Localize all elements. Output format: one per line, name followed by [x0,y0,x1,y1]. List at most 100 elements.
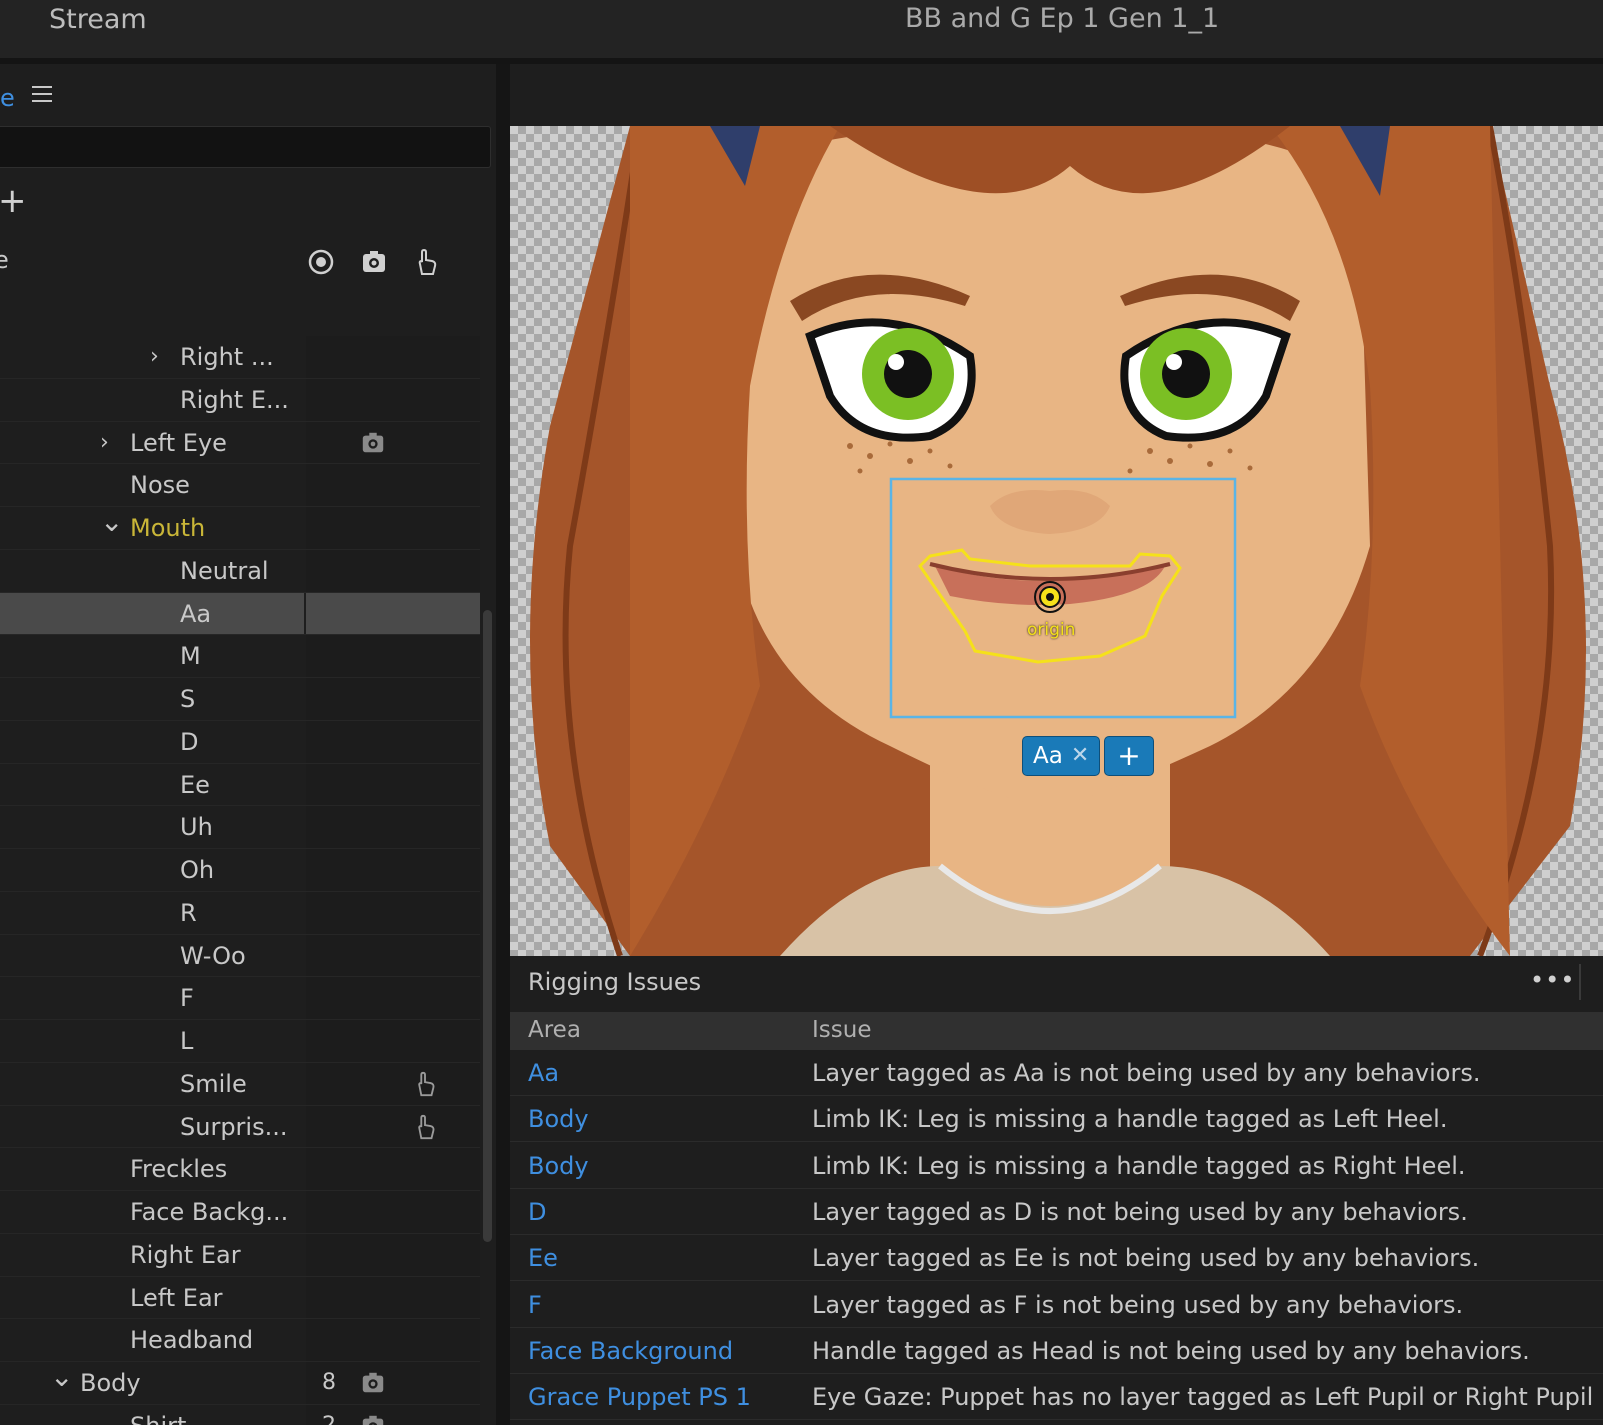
issue-area-link[interactable]: D [528,1198,546,1226]
hand-icon[interactable] [412,1114,438,1140]
tree-attr-cell[interactable] [306,1105,480,1148]
tree-row[interactable]: ⌄ Body 8 [0,1360,480,1405]
tree-attr-cell[interactable] [306,763,480,806]
issue-area-link[interactable]: Body [528,1152,589,1180]
camera-icon[interactable] [360,1370,386,1396]
tree-name-cell[interactable] [0,1020,304,1062]
tree-attr-cell[interactable] [306,977,480,1019]
add-behavior-button[interactable]: + [0,184,27,218]
scene-canvas[interactable]: origin Aa ✕ + [510,126,1603,956]
tree-attr-cell[interactable] [306,507,480,549]
tree-attr-cell[interactable] [306,891,480,934]
tree-row[interactable]: F [0,977,480,1020]
issue-area-link[interactable]: Grace Puppet PS 1 [528,1383,751,1411]
tree-attr-cell[interactable] [306,1233,480,1276]
tree-row[interactable]: Freckles [0,1148,480,1191]
chevron-right-icon[interactable]: › [100,430,109,455]
chevron-down-icon[interactable]: ⌄ [50,1360,73,1393]
tree-attr-cell[interactable] [306,806,480,848]
issue-column-header[interactable]: Issue [812,1017,871,1043]
tree-row[interactable]: Surpris... [0,1105,480,1149]
hand-icon[interactable] [412,248,440,276]
table-row[interactable]: Body Limb IK: Leg is missing a handle tag… [510,1096,1603,1143]
tree-attr-cell[interactable] [306,635,480,677]
tree-row[interactable]: S [0,678,480,721]
tree-attr-cell[interactable] [306,1020,480,1062]
tree-name-cell[interactable] [0,1362,304,1404]
chevron-right-icon[interactable]: › [150,344,159,369]
tree-name-cell[interactable] [0,721,304,763]
tree-name-cell[interactable] [0,764,304,806]
tree-attr-cell[interactable] [306,421,480,464]
tree-row[interactable]: W-Oo [0,934,480,978]
add-tag-button[interactable]: + [1104,736,1154,776]
search-input[interactable] [0,126,491,168]
tree-name-cell[interactable] [0,977,304,1019]
tree-row[interactable]: › Left Eye [0,421,480,465]
tree-attr-cell[interactable] [306,1191,480,1233]
issue-area-link[interactable]: Aa [528,1059,559,1087]
tree-row[interactable]: Headband [0,1319,480,1362]
chevron-down-icon[interactable]: ⌄ [100,505,123,538]
tree-row[interactable]: D [0,720,480,764]
camera-icon[interactable] [360,430,386,456]
tree-row[interactable]: M [0,635,480,678]
issue-area-link[interactable]: F [528,1291,542,1319]
close-icon[interactable]: ✕ [1071,736,1089,776]
tree-name-cell[interactable] [0,935,304,977]
tree-attr-cell[interactable] [306,849,480,891]
tree-name-cell[interactable] [0,849,304,891]
record-icon[interactable] [307,248,335,276]
camera-icon[interactable] [360,248,388,276]
tree-row[interactable]: Right E... [0,378,480,422]
tree-row[interactable]: › Right ... [0,336,480,379]
tree-row[interactable]: Smile [0,1062,480,1106]
tree-row[interactable]: Uh [0,806,480,849]
issue-area-link[interactable]: Body [528,1105,589,1133]
tree-row[interactable]: Nose [0,464,480,507]
tree-row[interactable]: Ee [0,763,480,807]
tree-name-cell[interactable] [0,1063,304,1105]
tree-row[interactable]: ⌄ Mouth [0,505,480,550]
tree-row[interactable]: L [0,1020,480,1063]
table-row[interactable]: Body Limb IK: Leg is missing a handle tag… [510,1143,1603,1189]
area-column-header[interactable]: Area [528,1017,581,1043]
tree-row[interactable]: Neutral [0,549,480,593]
tree-attr-cell[interactable] [306,934,480,977]
table-row[interactable]: Face Background Handle tagged as Head is … [510,1328,1603,1374]
tree-name-cell[interactable] [0,678,304,720]
issue-area-link[interactable]: Ee [528,1244,558,1272]
tree-row[interactable]: Left Ear [0,1276,480,1320]
issue-area-link[interactable]: Face Background [528,1337,733,1365]
table-row[interactable]: Ee Layer tagged as Ee is not being used b… [510,1235,1603,1282]
tree-attr-cell[interactable] [306,592,480,635]
table-row[interactable]: Aa Layer tagged as Aa is not being used b… [510,1050,1603,1096]
tree-attr-cell[interactable] [306,720,480,763]
tree-row[interactable]: Right Ear [0,1233,480,1277]
tree-name-cell[interactable] [0,592,304,635]
tree-attr-cell[interactable] [306,1062,480,1105]
tag-chip-aa[interactable]: Aa ✕ [1022,736,1101,776]
table-row[interactable]: D Layer tagged as D is not being used by … [510,1189,1603,1235]
tree-row[interactable]: Aa [0,592,480,636]
panel-tab[interactable]: e [0,84,15,112]
tree-attr-cell[interactable] [306,464,480,506]
panel-menu-icon[interactable] [32,86,52,104]
tree-row[interactable]: Shirt 2 [0,1404,480,1425]
tree-row[interactable]: Face Backg... [0,1191,480,1234]
camera-icon[interactable] [360,1413,386,1425]
workspace-tab-stream[interactable]: Stream [49,4,147,35]
tree-attr-cell[interactable] [306,1276,480,1319]
tree-attr-cell[interactable] [306,1319,480,1361]
table-row[interactable]: Grace Puppet PS 1 Eye Gaze: Puppet has no… [510,1374,1603,1421]
tree-attr-cell[interactable] [306,336,480,378]
table-row[interactable]: F Layer tagged as F is not being used by … [510,1282,1603,1328]
tree-attr-cell[interactable] [306,1148,480,1190]
tree-name-cell[interactable] [0,635,304,677]
tree-row[interactable]: R [0,891,480,935]
tree-attr-cell[interactable] [306,378,480,421]
tree-attr-cell[interactable] [306,549,480,592]
more-options-icon[interactable]: ••• [1530,966,1575,994]
tree-scrollbar[interactable] [483,610,492,1242]
hand-icon[interactable] [412,1071,438,1097]
